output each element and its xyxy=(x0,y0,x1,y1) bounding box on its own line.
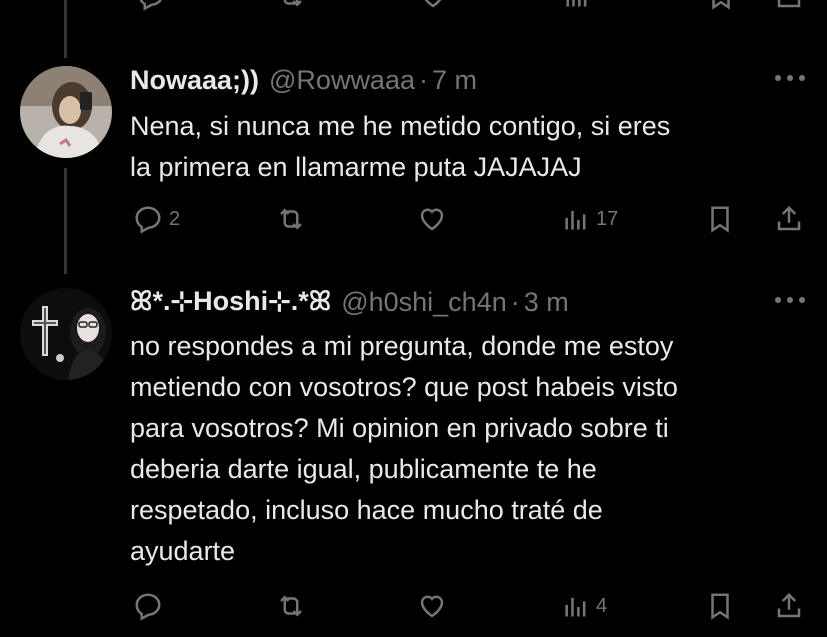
reply-count: 2 xyxy=(169,207,181,230)
repost-icon[interactable] xyxy=(275,0,307,14)
share-button[interactable] xyxy=(773,201,805,237)
tweet-text: no respondes a mi pregunta, donde me est… xyxy=(130,326,800,572)
avatar[interactable] xyxy=(20,288,112,380)
tweet-card[interactable]: Nowaaa;)) @Rowwaaa · 7 m Nena, si nunca … xyxy=(0,60,827,260)
text-line: para vosotros? Mi opinion en privado sob… xyxy=(130,413,669,443)
user-handle[interactable]: @Rowwaaa xyxy=(269,65,415,96)
views-count: 4 xyxy=(596,594,608,617)
bookmark-button[interactable] xyxy=(705,588,735,624)
text-line: Nena, si nunca me he metido contigo, si … xyxy=(130,111,671,141)
tweet-actions: 4 xyxy=(0,588,827,624)
user-handle[interactable]: @h0shi_ch4n xyxy=(341,287,507,318)
text-line: respetado, incluso hace mucho traté de xyxy=(130,495,603,525)
views-chart-icon xyxy=(562,591,590,621)
repost-icon xyxy=(274,204,308,234)
tweet-actions: 2 17 xyxy=(0,201,827,237)
previous-tweet-actions xyxy=(0,0,827,14)
heart-icon xyxy=(416,591,448,621)
heart-icon xyxy=(416,204,448,234)
separator-dot: · xyxy=(418,64,428,95)
bookmark-icon[interactable] xyxy=(706,0,736,14)
text-line: no respondes a mi pregunta, donde me est… xyxy=(130,331,674,361)
tweet-text: Nena, si nunca me he metido contigo, si … xyxy=(130,106,800,188)
share-icon xyxy=(773,591,805,621)
repost-button[interactable] xyxy=(274,201,308,237)
views-count: 17 xyxy=(596,207,619,230)
share-icon xyxy=(773,204,805,234)
reply-icon xyxy=(133,204,163,234)
heart-icon[interactable] xyxy=(418,0,448,14)
tweet-card[interactable]: ꕤ*.⊹Hoshi⊹.*ꕤ @h0shi_ch4n · 3 m no respo… xyxy=(0,282,827,637)
text-line: metiendo con vosotros? que post habeis v… xyxy=(130,372,678,402)
repost-icon xyxy=(274,591,308,621)
timestamp[interactable]: 3 m xyxy=(524,287,569,318)
share-button[interactable] xyxy=(773,588,805,624)
like-button[interactable] xyxy=(416,588,448,624)
bookmark-icon xyxy=(705,591,735,621)
avatar[interactable] xyxy=(20,66,112,158)
share-icon[interactable] xyxy=(774,0,804,14)
timestamp[interactable]: 7 m xyxy=(432,65,477,96)
reply-icon xyxy=(133,591,163,621)
text-line: deberia darte igual, publicamente te he xyxy=(130,454,597,484)
reply-button[interactable] xyxy=(133,588,169,624)
reply-icon[interactable] xyxy=(136,0,166,14)
reply-button[interactable]: 2 xyxy=(133,201,180,237)
display-name[interactable]: ꕤ*.⊹Hoshi⊹.*ꕤ xyxy=(130,286,331,318)
like-button[interactable] xyxy=(416,201,448,237)
display-name[interactable]: Nowaaa;)) xyxy=(130,65,259,96)
text-line: ayudarte xyxy=(130,536,236,566)
more-dots-icon[interactable] xyxy=(775,66,805,90)
repost-button[interactable] xyxy=(274,588,308,624)
views-button[interactable]: 4 xyxy=(562,588,607,624)
separator-dot: · xyxy=(510,286,520,317)
bookmark-button[interactable] xyxy=(705,201,735,237)
views-button[interactable]: 17 xyxy=(562,201,618,237)
views-chart-icon[interactable] xyxy=(563,0,591,14)
more-dots-icon[interactable] xyxy=(775,288,805,312)
bookmark-icon xyxy=(705,204,735,234)
text-line: la primera en llamarme puta JAJAJAJ xyxy=(130,152,582,182)
views-chart-icon xyxy=(562,204,590,234)
